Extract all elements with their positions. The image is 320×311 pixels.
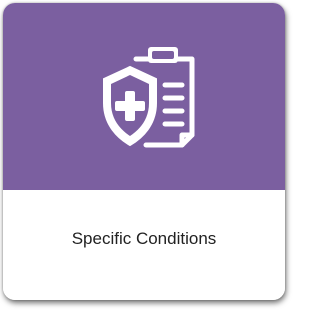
card-header: [3, 3, 285, 190]
specific-conditions-card[interactable]: Specific Conditions: [3, 3, 285, 300]
card-footer: Specific Conditions: [3, 190, 285, 300]
card-label: Specific Conditions: [71, 229, 217, 248]
shield-medical-clipboard-icon: [103, 47, 195, 148]
